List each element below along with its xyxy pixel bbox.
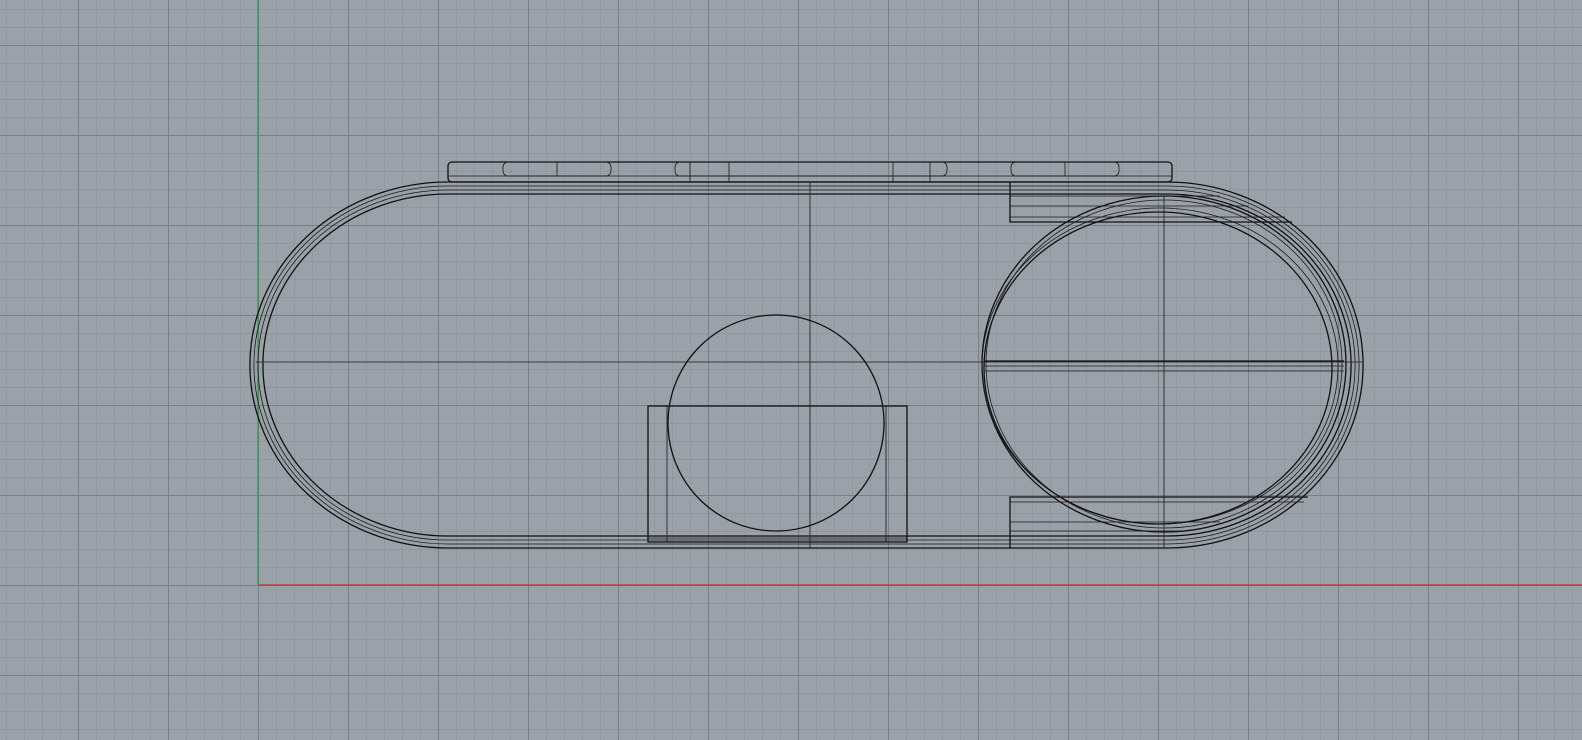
viewport-top[interactable] [0, 0, 1582, 740]
capsule-outline[interactable] [249, 181, 1364, 549]
right-ellipse[interactable] [981, 195, 1347, 548]
top-clip-strip[interactable] [447, 161, 1173, 183]
center-circle[interactable] [667, 314, 885, 532]
center-bracket[interactable] [647, 405, 908, 543]
wireframe-scene [249, 0, 1582, 586]
